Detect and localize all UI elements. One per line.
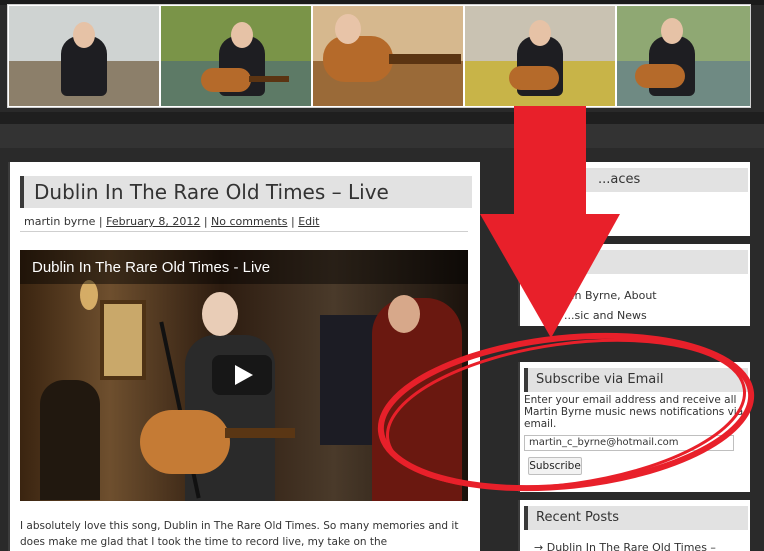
nav-strip — [0, 124, 764, 148]
banner-photo-4 — [465, 6, 615, 106]
recent-posts-widget: Recent Posts → Dublin In The Rare Old Ti… — [518, 500, 750, 551]
post-author: martin byrne — [24, 215, 96, 228]
places-widget: ...aces — [518, 162, 750, 236]
header-banner[interactable] — [7, 4, 751, 108]
subscribe-button[interactable]: Subscribe — [528, 457, 582, 475]
places-widget-title: ...aces — [598, 172, 641, 187]
sidebar-link-news[interactable]: ...sic and News — [564, 309, 647, 322]
recent-post-item-1[interactable]: → Dublin In The Rare Old Times – — [534, 541, 716, 551]
comments-link[interactable]: No comments — [211, 215, 287, 228]
subscribe-widget-title: Subscribe via Email — [536, 372, 664, 387]
subscribe-widget: Subscribe via Email Enter your email add… — [518, 362, 750, 492]
post-body-text: I absolutely love this song, Dublin in T… — [20, 520, 459, 548]
banner-photo-3 — [313, 6, 463, 106]
post-title[interactable]: Dublin In The Rare Old Times – Live — [34, 180, 389, 204]
banner-photo-5 — [617, 6, 750, 106]
subscribe-description: Enter your email address and receive all… — [524, 394, 744, 430]
email-field[interactable]: martin_c_byrne@hotmail.com — [524, 435, 734, 451]
post-content: Dublin In The Rare Old Times – Live mart… — [8, 162, 480, 551]
post-title-bar: Dublin In The Rare Old Times – Live — [20, 176, 472, 208]
recent-posts-title: Recent Posts — [536, 510, 620, 525]
meta-divider — [20, 231, 468, 232]
play-icon[interactable] — [212, 355, 272, 395]
header-divider — [0, 112, 764, 124]
bullet-arrow-icon: → — [534, 541, 547, 551]
banner-photo-1 — [9, 6, 159, 106]
post-meta: martin byrne | February 8, 2012 | No com… — [24, 215, 320, 228]
video-player[interactable]: Dublin In The Rare Old Times - Live — [20, 250, 468, 501]
edit-link[interactable]: Edit — [298, 215, 319, 228]
banner-photo-2 — [161, 6, 311, 106]
video-title[interactable]: Dublin In The Rare Old Times - Live — [32, 259, 270, 276]
pages-widget: ...n Byrne, About ...sic and News — [518, 244, 750, 326]
post-date-link[interactable]: February 8, 2012 — [106, 215, 200, 228]
sidebar-link-about[interactable]: ...n Byrne, About — [564, 289, 657, 302]
